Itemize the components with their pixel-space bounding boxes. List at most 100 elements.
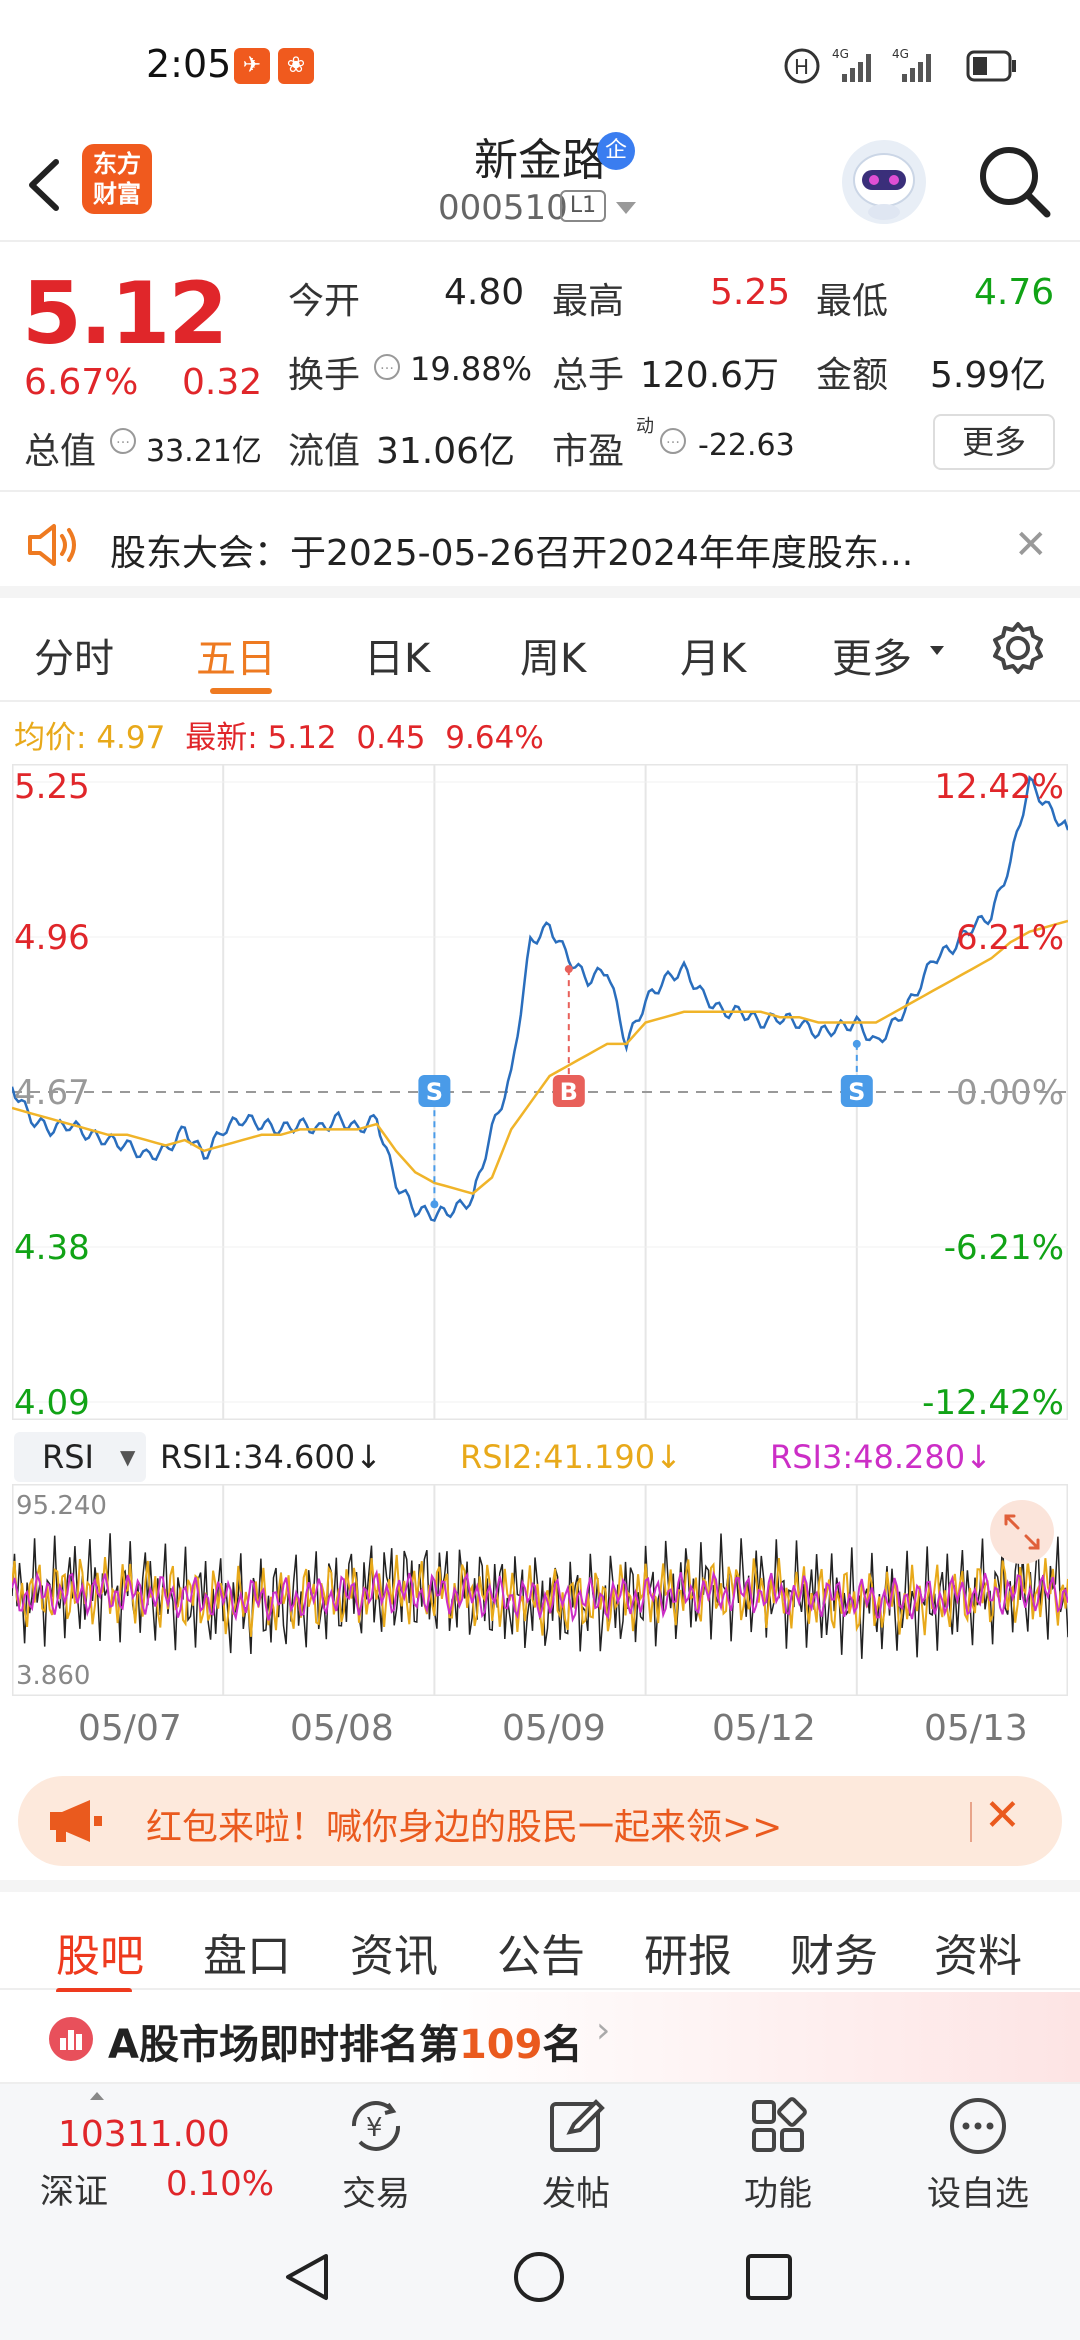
- tab-pankou[interactable]: 盘口: [203, 1920, 291, 1984]
- search-icon[interactable]: [975, 142, 1055, 222]
- nav-label: 交易: [342, 2174, 410, 2214]
- latest-label: 最新:: [185, 720, 258, 756]
- float-cap-value: 31.06亿: [376, 431, 516, 472]
- tab-finance[interactable]: 财务: [790, 1920, 878, 1984]
- tab-guba[interactable]: 股吧: [56, 1920, 144, 1984]
- level-badge[interactable]: L1: [560, 190, 606, 222]
- buy-marker[interactable]: B: [552, 965, 585, 1107]
- index-ticker[interactable]: 10311.00 深证 0.10%: [0, 2084, 300, 2216]
- index-name: 深证: [40, 2172, 108, 2212]
- info-icon[interactable]: …: [110, 428, 136, 454]
- rsi1-text: RSI1:34.600: [160, 1438, 356, 1476]
- back-triangle-icon[interactable]: [282, 2250, 332, 2304]
- more-dots-icon: [950, 2098, 1006, 2154]
- index-change: 0.10%: [166, 2164, 275, 2204]
- open-value: 4.80: [444, 272, 525, 313]
- y-axis-price-label: 4.67: [14, 1073, 90, 1113]
- tab-daily-k[interactable]: 日K: [364, 626, 430, 684]
- expand-icon[interactable]: [990, 1500, 1054, 1564]
- tab-five-day[interactable]: 五日: [196, 626, 276, 684]
- date-label: 05/07: [78, 1708, 182, 1749]
- current-price: 5.12: [22, 264, 228, 364]
- info-icon[interactable]: …: [374, 354, 400, 380]
- nav-trade[interactable]: ¥ 交易: [296, 2084, 456, 2216]
- y-axis-percent-label: 6.21%: [956, 918, 1064, 958]
- recents-square-icon[interactable]: [744, 2252, 794, 2302]
- notification-app-icon: ❀: [278, 48, 314, 84]
- nav-label: 设自选: [927, 2174, 1029, 2214]
- five-day-price-chart[interactable]: S B S 5.25 12.42% 4.96 6.21% 4.67 0.00% 4.38 -6.2…: [12, 764, 1068, 1420]
- ai-assistant-avatar[interactable]: [842, 140, 926, 224]
- price-line: [12, 775, 1068, 1222]
- ranking-chart-icon: [49, 2017, 93, 2061]
- tab-weekly-k[interactable]: 周K: [520, 626, 586, 684]
- divider: [970, 1802, 972, 1842]
- change-amount: 0.32: [182, 362, 263, 403]
- close-icon[interactable]: ✕: [1014, 522, 1048, 568]
- stock-header: 东方 财富 新金路 企 000510 L1: [0, 110, 1080, 242]
- enterprise-badge: 企: [597, 132, 635, 170]
- tab-profile[interactable]: 资料: [934, 1920, 1022, 1984]
- nav-label: 功能: [744, 2174, 812, 2214]
- red-packet-banner[interactable]: 红包来啦！喊你身边的股民一起来领>> ✕: [18, 1776, 1062, 1866]
- turnover-value: 19.88%: [410, 350, 533, 388]
- nav-add-watchlist[interactable]: 设自选: [898, 2084, 1058, 2216]
- y-axis-percent-label: -6.21%: [944, 1228, 1064, 1268]
- nav-post[interactable]: 发帖: [496, 2084, 656, 2216]
- high-label: 最高: [552, 281, 625, 322]
- rsi-min-label: 3.860: [16, 1661, 90, 1691]
- rsi-chart[interactable]: 95.240 3.860: [12, 1484, 1068, 1696]
- system-nav-bar: [0, 2214, 1080, 2340]
- chart-summary: 均价: 4.97 最新: 5.12 0.45 9.64%: [14, 712, 544, 757]
- rsi-legend: RSI ▼ RSI1:34.600↓ RSI2:41.190↓ RSI3:48.…: [14, 1428, 1074, 1488]
- caret-down-icon: ▼: [120, 1445, 136, 1469]
- settings-gear-icon[interactable]: [990, 620, 1046, 676]
- more-button[interactable]: 更多: [933, 414, 1055, 470]
- close-icon[interactable]: ✕: [984, 1790, 1021, 1841]
- indicator-select-label: RSI: [42, 1438, 94, 1476]
- tab-intraday[interactable]: 分时: [34, 626, 114, 684]
- open-label: 今开: [288, 281, 361, 322]
- date-axis: 05/07 05/08 05/09 05/12 05/13: [0, 1702, 1080, 1752]
- turnover-label: 换手: [288, 355, 361, 396]
- notice-bar[interactable]: 股东大会：于2025-05-26召开2024年年度股东... ✕: [0, 494, 1080, 598]
- nav-functions[interactable]: 功能: [698, 2084, 858, 2216]
- y-axis-price-label: 4.38: [14, 1228, 90, 1268]
- home-circle-icon[interactable]: [512, 2250, 566, 2304]
- date-label: 05/09: [502, 1708, 606, 1749]
- tab-more[interactable]: 更多: [832, 626, 912, 684]
- amount-value: 5.99亿: [930, 355, 1047, 396]
- rsi1-value: RSI1:34.600↓: [160, 1438, 382, 1476]
- tab-news[interactable]: 资讯: [350, 1920, 438, 1984]
- indicator-select[interactable]: RSI ▼: [14, 1432, 146, 1482]
- chart-grid: [12, 764, 1068, 1420]
- y-axis-price-label: 4.96: [14, 918, 90, 958]
- low-label: 最低: [816, 281, 889, 322]
- tab-announcements[interactable]: 公告: [497, 1920, 585, 1984]
- chevron-down-icon[interactable]: [616, 202, 636, 214]
- ranking-text: A股市场即时排名第109名: [108, 2012, 582, 2070]
- latest-value: 5.12: [267, 720, 337, 756]
- date-label: 05/08: [290, 1708, 394, 1749]
- amount-label: 金额: [816, 355, 889, 396]
- latest-change-pct: 9.64%: [445, 720, 544, 756]
- avg-label: 均价:: [14, 720, 87, 756]
- ranking-banner[interactable]: A股市场即时排名第109名 ›: [0, 1992, 1080, 2082]
- volume-value: 120.6万: [640, 355, 780, 396]
- chart-lines: [12, 775, 1068, 1222]
- avg-value: 4.97: [96, 720, 166, 756]
- svg-text:B: B: [560, 1078, 578, 1106]
- chart-labels: 5.25 12.42% 4.96 6.21% 4.67 0.00% 4.38 -6.21% 4.…: [14, 767, 1064, 1420]
- edit-icon: [550, 2099, 605, 2152]
- pe-label: 市盈: [552, 431, 625, 472]
- ranking-prefix: A股市场即时排名第: [108, 2022, 459, 2068]
- svg-text:S: S: [426, 1078, 443, 1106]
- caret-down-icon: [930, 646, 944, 655]
- rsi3-value: RSI3:48.280↓: [770, 1438, 992, 1476]
- change-percent: 6.67%: [24, 362, 139, 403]
- tab-research[interactable]: 研报: [644, 1920, 732, 1984]
- notification-app-icon: ✈: [234, 48, 270, 84]
- pe-value: -22.63: [698, 428, 795, 463]
- info-icon[interactable]: …: [660, 428, 686, 454]
- tab-monthly-k[interactable]: 月K: [680, 626, 746, 684]
